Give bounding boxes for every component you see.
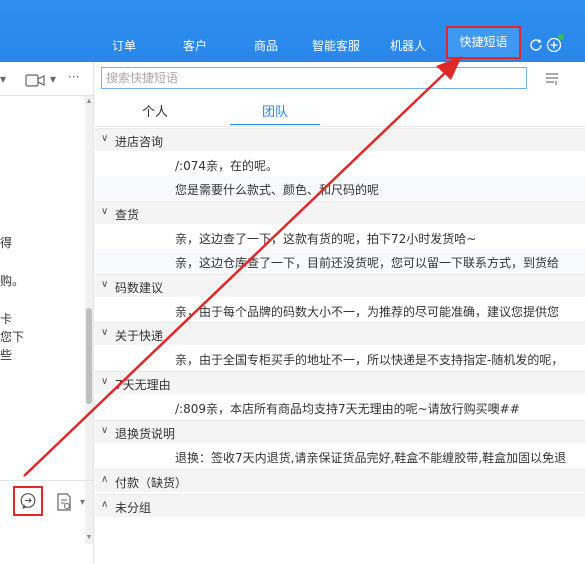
message-fragment: 些	[0, 348, 13, 362]
phrase-item[interactable]: /:074亲，在的呢。	[95, 152, 585, 176]
chat-toolbar: ▾ ▾ ···	[0, 62, 93, 96]
nav-quick-phrases[interactable]: 快捷短语	[446, 26, 521, 59]
group-name: 未分组	[115, 501, 152, 515]
message-fragment: 您下	[0, 330, 25, 344]
group-header[interactable]: ∨ 退换货说明	[95, 420, 585, 443]
tab-divider	[95, 126, 585, 127]
group-header[interactable]: ∨ 进店咨询	[95, 128, 585, 151]
group-name: 关于快递	[115, 329, 164, 343]
phrase-item[interactable]: 亲，这边仓库查了一下，目前还没货呢，您可以留一下联系方式，到货给	[95, 249, 585, 273]
phrase-text: /:074亲，在的呢。	[175, 159, 278, 173]
video-icon[interactable]	[25, 74, 45, 87]
group-header[interactable]: ∨ 关于快递	[95, 322, 585, 345]
nav-products[interactable]: 商品	[254, 37, 278, 54]
group-name: 7天无理由	[115, 378, 171, 392]
group-name: 付款（缺货）	[115, 476, 188, 490]
group-name: 退换货说明	[115, 427, 176, 441]
phrase-item[interactable]: 退换：签收7天内退货,请亲保证货品完好,鞋盒不能缠胶带,鞋盒加固以免退	[95, 444, 585, 468]
scroll-up-icon[interactable]: ▲	[85, 98, 93, 106]
group-name: 进店咨询	[115, 135, 164, 149]
phrase-item[interactable]: 亲，由于每个品牌的码数大小不一，为推荐的尽可能准确，建议您提供您	[95, 298, 585, 322]
phrase-text: 您是需要什么款式、颜色、和尺码的呢	[175, 183, 380, 197]
chevron-up-icon: ∧	[101, 499, 109, 510]
chevron-down-icon[interactable]: ▾	[50, 72, 56, 86]
phrase-text: /:809亲，本店所有商品均支持7天无理由的呢~请放行购买噢##	[175, 402, 520, 416]
online-status-dot	[558, 34, 564, 40]
phrase-item[interactable]: 亲，这边查了一下，这款有货的呢，拍下72小时发货哈~	[95, 225, 585, 249]
phrase-text: 亲，由于每个品牌的码数大小不一，为推荐的尽可能准确，建议您提供您	[175, 305, 560, 319]
tab-personal[interactable]: 个人	[120, 101, 190, 125]
group-name: 查货	[115, 208, 140, 222]
group-header[interactable]: ∨ 查货	[95, 201, 585, 224]
message-fragment: 得	[0, 236, 13, 250]
phrase-text: 亲，由于全国专柜买手的地址不一，所以快递是不支持指定-随机发的呢，	[175, 353, 564, 367]
chat-scrollbar[interactable]: ▲ ▼	[85, 96, 93, 544]
quick-phrase-button[interactable]	[13, 486, 43, 516]
phrase-item[interactable]: /:809亲，本店所有商品均支持7天无理由的呢~请放行购买噢##	[95, 395, 585, 419]
nav-orders[interactable]: 订单	[112, 37, 136, 54]
group-header[interactable]: ∨ 7天无理由	[95, 371, 585, 394]
group-name: 码数建议	[115, 281, 164, 295]
message-fragment: 卡	[0, 312, 13, 326]
panel-divider	[93, 62, 94, 564]
nav-smart-service[interactable]: 智能客服	[312, 37, 360, 54]
search-input[interactable]	[102, 68, 526, 88]
scroll-thumb[interactable]	[86, 308, 92, 404]
notes-icon[interactable]	[56, 493, 72, 511]
group-header[interactable]: ∧ 未分组	[95, 494, 585, 517]
phrase-text: 退换：签收7天内退货,请亲保证货品完好,鞋盒不能缠胶带,鞋盒加固以免退	[175, 451, 567, 465]
message-fragment: 购。	[0, 274, 25, 288]
chevron-down-icon: ∨	[101, 425, 109, 436]
chevron-down-icon: ∨	[101, 206, 109, 217]
chevron-down-icon[interactable]: ▾	[80, 497, 85, 508]
chevron-down-icon: ∨	[101, 279, 109, 290]
phrase-text: 亲，这边仓库查了一下，目前还没货呢，您可以留一下联系方式，到货给	[175, 256, 560, 270]
quick-phrase-window: 订单 客户 商品 智能客服 机器人 快捷短语 ▾ ▾ ··· 得 购。 卡 您下	[0, 0, 585, 564]
menu-icon[interactable]	[545, 72, 559, 86]
group-header[interactable]: ∧ 付款（缺货）	[95, 469, 585, 492]
nav-customers[interactable]: 客户	[183, 37, 207, 54]
chevron-down-icon[interactable]: ▾	[0, 72, 6, 86]
phrase-item[interactable]: 亲，由于全国专柜买手的地址不一，所以快递是不支持指定-随机发的呢，	[95, 346, 585, 370]
more-icon[interactable]: ···	[68, 70, 79, 84]
top-nav-bar: 订单 客户 商品 智能客服 机器人 快捷短语	[0, 0, 585, 62]
phrase-item[interactable]: 您是需要什么款式、颜色、和尺码的呢	[95, 176, 585, 200]
refresh-icon[interactable]	[528, 37, 544, 53]
chevron-down-icon: ∨	[101, 327, 109, 338]
group-header[interactable]: ∨ 码数建议	[95, 274, 585, 297]
quick-phrase-search[interactable]	[101, 67, 527, 89]
chevron-down-icon: ∨	[101, 376, 109, 387]
phrase-text: 亲，这边查了一下，这款有货的呢，拍下72小时发货哈~	[175, 232, 477, 246]
tab-team[interactable]: 团队	[230, 101, 320, 125]
chevron-down-icon: ∨	[101, 133, 109, 144]
nav-robot[interactable]: 机器人	[390, 37, 426, 54]
chevron-up-icon: ∧	[101, 474, 109, 485]
chat-icon	[20, 493, 36, 509]
